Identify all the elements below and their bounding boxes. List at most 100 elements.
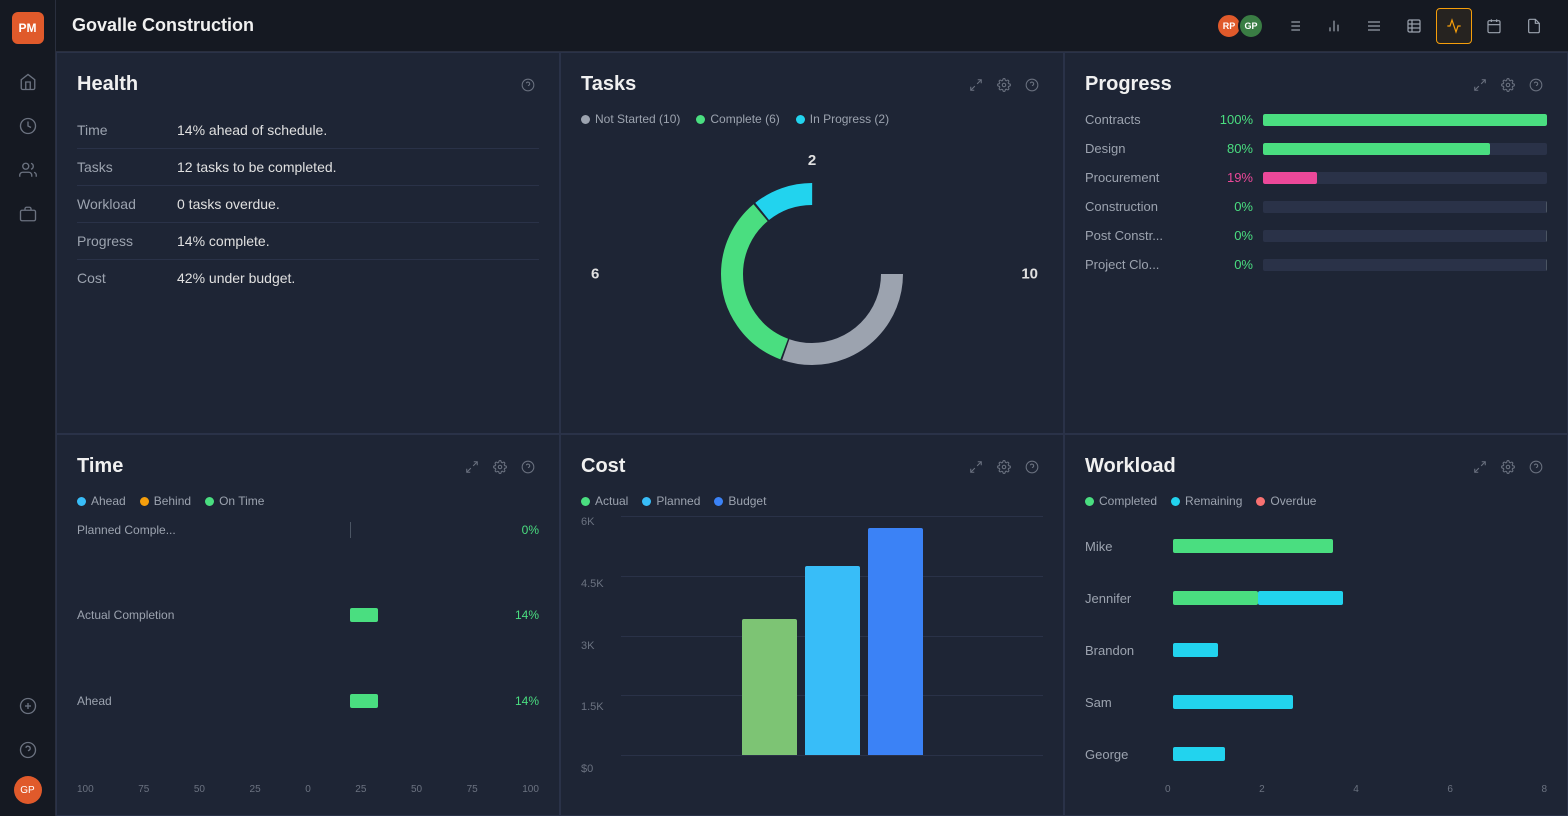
health-help-icon[interactable]	[517, 74, 539, 96]
progress-expand-icon[interactable]	[1469, 74, 1491, 96]
cost-bar-actual	[742, 619, 797, 755]
table-view-button[interactable]	[1396, 8, 1432, 44]
progress-settings-icon[interactable]	[1497, 74, 1519, 96]
time-ahead-pct: 14%	[503, 694, 539, 708]
health-value-workload: 0 tasks overdue.	[177, 196, 280, 212]
legend-not-started: Not Started (10)	[581, 112, 680, 126]
time-title: Time	[77, 455, 123, 478]
cost-chart: 6K 4.5K 3K 1.5K $0	[581, 516, 1043, 795]
workload-title: Workload	[1085, 455, 1176, 478]
topbar: Govalle Construction RP GP	[56, 0, 1568, 52]
behind-dot	[140, 497, 149, 506]
cost-panel-header: Cost	[581, 455, 1043, 478]
complete-dot	[696, 115, 705, 124]
sidebar-item-portfolio[interactable]	[10, 196, 46, 232]
health-label-workload: Workload	[77, 196, 177, 212]
wl-axis-2: 2	[1259, 784, 1265, 795]
menu-view-button[interactable]	[1356, 8, 1392, 44]
calendar-view-button[interactable]	[1476, 8, 1512, 44]
bar-view-button[interactable]	[1316, 8, 1352, 44]
in-progress-label: In Progress (2)	[810, 112, 889, 126]
behind-label: Behind	[154, 494, 191, 508]
app-logo[interactable]: PM	[12, 12, 44, 44]
sidebar-item-activity[interactable]	[10, 108, 46, 144]
sidebar-item-home[interactable]	[10, 64, 46, 100]
progress-help-icon[interactable]	[1525, 74, 1547, 96]
on-time-label: On Time	[219, 494, 264, 508]
health-row-tasks: Tasks 12 tasks to be completed.	[77, 149, 539, 186]
tasks-expand-icon[interactable]	[965, 74, 987, 96]
tasks-panel-header: Tasks	[581, 73, 1043, 96]
sidebar-item-users[interactable]	[10, 152, 46, 188]
avatar-2[interactable]: GP	[1238, 13, 1264, 39]
workload-settings-icon[interactable]	[1497, 456, 1519, 478]
tasks-help-icon[interactable]	[1021, 74, 1043, 96]
progress-row-3: Construction 0%	[1085, 199, 1547, 214]
sidebar-item-help[interactable]	[10, 732, 46, 768]
progress-label-5: Project Clo...	[1085, 257, 1205, 272]
legend-ahead: Ahead	[77, 494, 126, 508]
progress-bar-bg-0	[1263, 114, 1547, 126]
time-settings-icon[interactable]	[489, 456, 511, 478]
health-value-time: 14% ahead of schedule.	[177, 122, 327, 138]
cost-help-icon[interactable]	[1021, 456, 1043, 478]
dashboard: Health Time 14% ahead of schedule. Tasks…	[56, 52, 1568, 816]
progress-bar-fill-2	[1263, 172, 1317, 184]
not-started-label: Not Started (10)	[595, 112, 680, 126]
progress-bar-bg-2	[1263, 172, 1547, 184]
time-panel: Time Ahead	[56, 434, 560, 816]
donut-svg	[702, 164, 922, 384]
progress-row-1: Design 80%	[1085, 141, 1547, 156]
time-axis-50-right: 50	[411, 784, 422, 795]
time-axis-75-right: 75	[467, 784, 478, 795]
sidebar-item-add[interactable]	[10, 688, 46, 724]
chart-view-button[interactable]	[1436, 8, 1472, 44]
jennifer-completed-bar	[1173, 591, 1258, 605]
tasks-settings-icon[interactable]	[993, 74, 1015, 96]
progress-title: Progress	[1085, 73, 1172, 96]
legend-actual: Actual	[581, 494, 628, 508]
workload-row-brandon: Brandon	[1085, 642, 1547, 658]
time-expand-icon[interactable]	[461, 456, 483, 478]
workload-row-sam: Sam	[1085, 694, 1547, 710]
budget-label: Budget	[728, 494, 766, 508]
donut-chart: 2 6 10	[581, 134, 1043, 413]
user-avatar[interactable]: GP	[14, 776, 42, 804]
cost-y-6k: 6K	[581, 516, 604, 528]
progress-panel-header: Progress	[1085, 73, 1547, 96]
progress-label-3: Construction	[1085, 199, 1205, 214]
time-axis-100-right: 100	[522, 784, 539, 795]
toolbar	[1276, 8, 1552, 44]
time-controls	[461, 456, 539, 478]
mike-name: Mike	[1085, 539, 1165, 554]
workload-row-mike: Mike	[1085, 538, 1547, 554]
tasks-controls	[965, 74, 1043, 96]
time-axis-0: 0	[305, 784, 311, 795]
workload-help-icon[interactable]	[1525, 456, 1547, 478]
time-center-tick	[350, 522, 351, 538]
health-panel: Health Time 14% ahead of schedule. Tasks…	[56, 52, 560, 434]
progress-label-2: Procurement	[1085, 170, 1205, 185]
legend-on-time: On Time	[205, 494, 264, 508]
health-row-time: Time 14% ahead of schedule.	[77, 112, 539, 149]
time-help-icon[interactable]	[517, 456, 539, 478]
cost-settings-icon[interactable]	[993, 456, 1015, 478]
legend-completed: Completed	[1085, 494, 1157, 508]
time-actual-pct: 14%	[503, 608, 539, 622]
complete-label: Complete (6)	[710, 112, 779, 126]
doc-view-button[interactable]	[1516, 8, 1552, 44]
health-title: Health	[77, 73, 138, 96]
legend-in-progress: In Progress (2)	[796, 112, 889, 126]
remaining-dot	[1171, 497, 1180, 506]
mike-completed-bar	[1173, 539, 1333, 553]
health-row-progress: Progress 14% complete.	[77, 223, 539, 260]
progress-pct-2: 19%	[1215, 170, 1253, 185]
list-view-button[interactable]	[1276, 8, 1312, 44]
time-ahead-label: Ahead	[77, 694, 197, 708]
cost-expand-icon[interactable]	[965, 456, 987, 478]
progress-pct-0: 100%	[1215, 112, 1253, 127]
workload-expand-icon[interactable]	[1469, 456, 1491, 478]
time-x-axis: 100 75 50 25 0 25 50 75 100	[77, 784, 539, 795]
jennifer-bars	[1173, 590, 1547, 606]
donut-label-top: 2	[808, 152, 816, 169]
